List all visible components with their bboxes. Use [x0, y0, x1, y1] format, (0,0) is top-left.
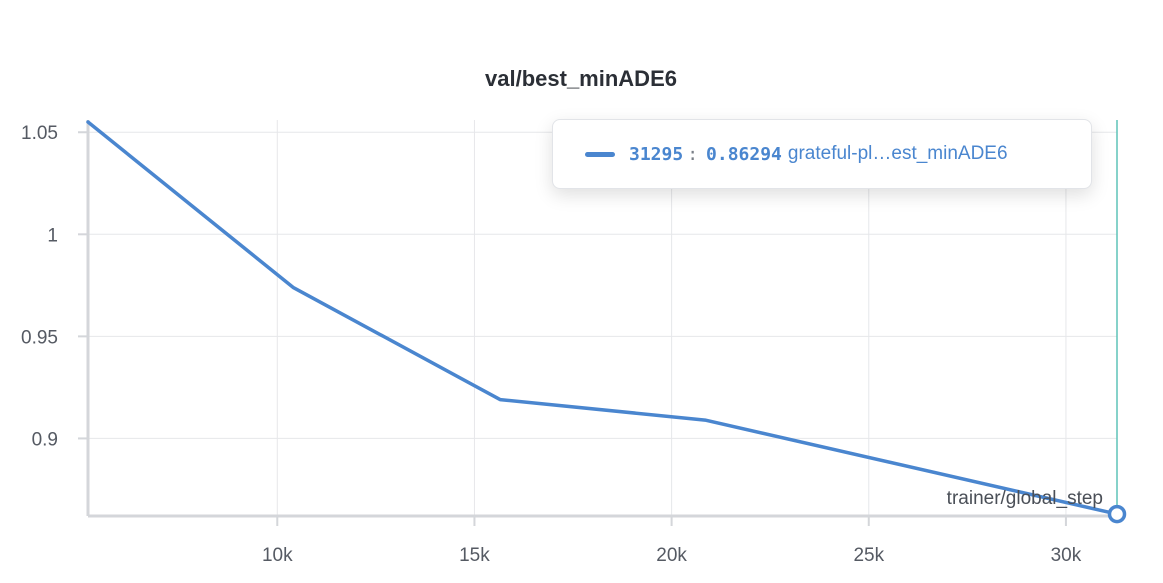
- tooltip-run-name: grateful-pl…est_minADE6: [787, 143, 1008, 164]
- y-tick-label: 0.95: [21, 327, 58, 348]
- x-tick-label: 25k: [853, 545, 884, 566]
- hover-tooltip: 31295 : 0.86294 grateful-pl…est_minADE6: [552, 119, 1092, 189]
- chart: val/best_minADE6 0.9 0.95 1 1.05 10k 15k 20k 2…: [21, 66, 1127, 566]
- y-tick-label: 1.05: [21, 123, 58, 144]
- tooltip-value: 0.86294: [706, 143, 782, 165]
- tooltip-step: 31295: [629, 143, 684, 165]
- chart-title: val/best_minADE6: [485, 66, 677, 91]
- x-axis-label: trainer/global_step: [947, 488, 1103, 509]
- tooltip-separator: :: [687, 143, 699, 165]
- y-tick-label: 1: [47, 225, 58, 246]
- x-tick-label: 10k: [262, 545, 293, 566]
- x-tick-label: 30k: [1051, 545, 1082, 566]
- y-axis-ticks: 0.9 0.95 1 1.05: [21, 123, 58, 450]
- series-swatch: [585, 151, 615, 157]
- y-tick-label: 0.9: [32, 429, 58, 450]
- x-tick-label: 15k: [459, 545, 490, 566]
- x-tick-label: 20k: [656, 545, 687, 566]
- x-axis-ticks: 10k 15k 20k 25k 30k: [262, 545, 1082, 566]
- hover-point-marker: [1107, 504, 1127, 524]
